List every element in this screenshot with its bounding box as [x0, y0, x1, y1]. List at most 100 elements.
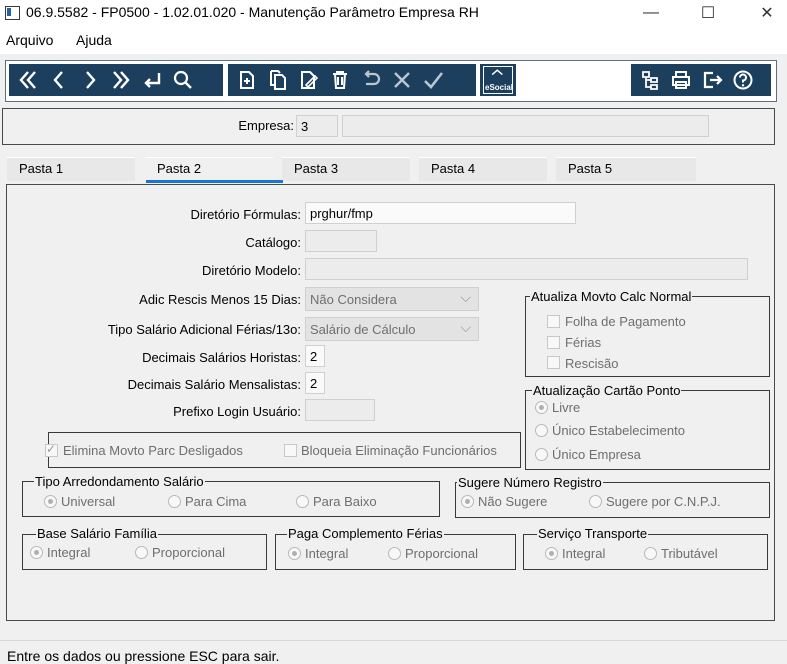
cartao-unico-estab-label: Único Estabelecimento	[552, 423, 685, 438]
sugere-cnpj-label: Sugere por C.N.P.J.	[606, 494, 721, 509]
diretorio-formulas-label: Diretório Fórmulas:	[190, 207, 301, 222]
diretorio-formulas-field[interactable]: prghur/fmp	[305, 202, 576, 224]
first-icon[interactable]	[12, 65, 43, 95]
search-icon[interactable]	[167, 65, 198, 95]
folha-pagamento-label: Folha de Pagamento	[565, 314, 686, 329]
adic-rescis-label: Adic Rescis Menos 15 Dias:	[139, 292, 301, 307]
exit-icon[interactable]	[696, 65, 727, 95]
app-icon	[5, 6, 20, 20]
empresa-code-field[interactable]: 3	[296, 115, 338, 137]
tipo-salario-adicional-select[interactable]: Salário de Cálculo	[305, 317, 479, 341]
esocial-icon: eSocial	[483, 66, 513, 94]
transporte-integral-radio[interactable]	[545, 547, 558, 560]
arredondamento-para-cima-radio[interactable]	[168, 495, 181, 508]
transporte-integral-label: Integral	[562, 546, 606, 561]
edit-group	[228, 64, 476, 96]
goto-icon[interactable]	[136, 65, 167, 95]
cartao-unico-empresa-radio[interactable]	[535, 448, 548, 461]
tab-pasta-3[interactable]: Pasta 3	[282, 157, 410, 181]
complemento-integral-label: Integral	[305, 546, 349, 561]
tab-pasta-4[interactable]: Pasta 4	[419, 157, 547, 181]
paga-complemento-title: Paga Complemento Férias	[287, 526, 444, 541]
ferias-label: Férias	[565, 335, 602, 350]
tab-pasta-2[interactable]: Pasta 2	[145, 157, 273, 181]
decimais-mensalistas-label: Decimais Salário Mensalistas:	[127, 377, 301, 392]
last-icon[interactable]	[105, 65, 136, 95]
prev-icon[interactable]	[43, 65, 74, 95]
utility-group	[631, 64, 771, 96]
servico-transporte-title: Serviço Transporte	[537, 526, 649, 541]
folha-pagamento-checkbox[interactable]	[547, 315, 560, 328]
empresa-label: Empresa:	[238, 118, 294, 133]
esocial-button[interactable]: eSocial	[480, 64, 516, 96]
transporte-tributavel-radio[interactable]	[644, 547, 657, 560]
elimina-movto-checkbox[interactable]	[45, 442, 58, 457]
cartao-livre-radio[interactable]	[535, 401, 548, 414]
cancel-icon[interactable]	[386, 65, 417, 95]
prefixo-login-field[interactable]	[305, 399, 375, 421]
prefixo-login-label: Prefixo Login Usuário:	[173, 404, 301, 419]
sugere-numero-title: Sugere Número Registro	[457, 475, 603, 490]
modify-icon[interactable]	[293, 65, 324, 95]
base-proporcional-radio[interactable]	[135, 546, 148, 559]
ferias-checkbox[interactable]	[547, 336, 560, 349]
add-icon[interactable]	[231, 65, 262, 95]
cartao-livre-label: Livre	[552, 400, 581, 415]
diretorio-modelo-field[interactable]	[305, 258, 748, 280]
arredondamento-universal-radio[interactable]	[44, 495, 57, 508]
decimais-horistas-field[interactable]: 2	[305, 345, 325, 367]
cartao-unico-estab-radio[interactable]	[535, 424, 548, 437]
diretorio-modelo-label: Diretório Modelo:	[202, 263, 301, 278]
menu-arquivo[interactable]: Arquivo	[6, 32, 53, 48]
adic-rescis-select[interactable]: Não Considera	[305, 287, 479, 311]
tree-icon[interactable]	[634, 65, 665, 95]
arredondamento-para-baixo-radio[interactable]	[296, 495, 309, 508]
title-bar: 06.9.5582 - FP0500 - 1.02.01.020 - Manut…	[0, 0, 787, 26]
bloqueia-eliminacao-label: Bloqueia Eliminação Funcionários	[301, 443, 497, 458]
tab-pasta-5[interactable]: Pasta 5	[556, 157, 696, 181]
maximize-button[interactable]: ☐	[685, 0, 731, 26]
decimais-horistas-label: Decimais Salários Horistas:	[142, 350, 301, 365]
minimize-button[interactable]: —	[628, 0, 674, 26]
arredondamento-para-baixo-label: Para Baixo	[313, 494, 377, 509]
rescisao-checkbox[interactable]	[547, 356, 560, 369]
menu-bar: Arquivo Ajuda	[0, 26, 787, 54]
catalogo-label: Catálogo:	[245, 235, 301, 250]
esocial-label: eSocial	[485, 83, 514, 92]
complemento-proporcional-label: Proporcional	[405, 546, 478, 561]
rescisao-label: Rescisão	[565, 356, 619, 371]
navigation-group	[9, 64, 223, 96]
sugere-cnpj-radio[interactable]	[589, 495, 602, 508]
complemento-proporcional-radio[interactable]	[388, 547, 401, 560]
atualizacao-cartao-title: Atualização Cartão Ponto	[532, 383, 682, 398]
complemento-integral-radio[interactable]	[288, 547, 301, 560]
tipo-arredondamento-title: Tipo Arredondamento Salário	[34, 474, 205, 489]
decimais-mensalistas-field[interactable]: 2	[305, 372, 325, 394]
tipo-salario-adicional-label: Tipo Salário Adicional Férias/13o:	[107, 322, 301, 337]
menu-ajuda[interactable]: Ajuda	[76, 32, 112, 48]
base-integral-radio[interactable]	[30, 546, 43, 559]
undo-icon[interactable]	[355, 65, 386, 95]
elimina-movto-label: Elimina Movto Parc Desligados	[63, 443, 243, 458]
delete-icon[interactable]	[324, 65, 355, 95]
nao-sugere-radio[interactable]	[461, 495, 474, 508]
tab-pasta-1[interactable]: Pasta 1	[7, 157, 135, 181]
print-icon[interactable]	[665, 65, 696, 95]
bloqueia-eliminacao-checkbox[interactable]	[284, 444, 297, 457]
atualiza-movto-title: Atualiza Movto Calc Normal	[530, 289, 693, 304]
arredondamento-universal-label: Universal	[61, 494, 116, 509]
nao-sugere-label: Não Sugere	[478, 494, 548, 509]
toolbar: eSocial	[5, 60, 777, 102]
close-button[interactable]: ✕	[744, 0, 787, 26]
catalogo-field[interactable]	[305, 230, 377, 252]
transporte-tributavel-label: Tributável	[661, 546, 718, 561]
active-tab-indicator	[146, 180, 283, 183]
window-title: 06.9.5582 - FP0500 - 1.02.01.020 - Manut…	[26, 4, 479, 20]
help-icon[interactable]	[727, 65, 758, 95]
confirm-icon[interactable]	[417, 65, 448, 95]
next-icon[interactable]	[74, 65, 105, 95]
status-bar: Entre os dados ou pressione ESC para sai…	[0, 640, 787, 664]
copy-icon[interactable]	[262, 65, 293, 95]
empresa-name-field	[342, 115, 709, 137]
atualiza-movto-group	[525, 296, 770, 377]
